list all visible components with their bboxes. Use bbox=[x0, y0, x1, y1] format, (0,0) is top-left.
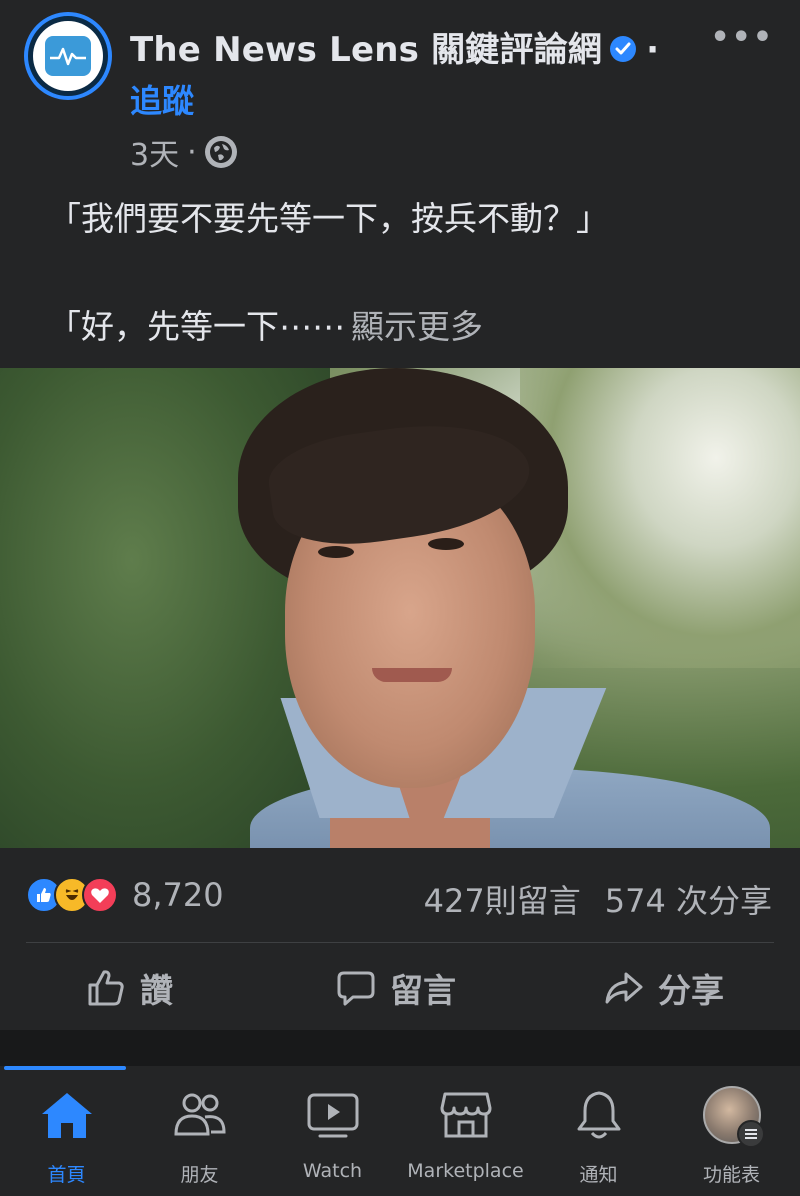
share-button[interactable]: 分享 bbox=[604, 962, 724, 1014]
page-avatar[interactable] bbox=[24, 12, 112, 100]
tab-watch[interactable]: Watch bbox=[266, 1086, 399, 1182]
marketplace-icon bbox=[440, 1086, 492, 1144]
globe-icon bbox=[204, 136, 237, 168]
page-name-text[interactable]: The News Lens 關鍵評論網 bbox=[130, 30, 602, 70]
news-lens-logo bbox=[33, 21, 103, 91]
post-timestamp[interactable]: 3天 bbox=[130, 130, 179, 174]
bell-icon bbox=[575, 1086, 623, 1144]
page-name[interactable]: The News Lens 關鍵評論網 · bbox=[130, 22, 659, 71]
reactions-summary[interactable]: 8,720 bbox=[26, 876, 224, 914]
share-count[interactable]: 574 次分享 bbox=[605, 882, 772, 920]
like-label: 讚 bbox=[140, 971, 173, 1010]
tab-label: 通知 bbox=[579, 1164, 618, 1186]
tab-notifications[interactable]: 通知 bbox=[532, 1086, 665, 1187]
tab-label: 首頁 bbox=[47, 1164, 86, 1186]
post-text-line1: 「我們要不要先等一下，按兵不動？」 bbox=[48, 199, 609, 238]
see-more-link[interactable]: 顯示更多 bbox=[351, 307, 483, 346]
reaction-count: 8,720 bbox=[132, 876, 224, 914]
post-text-line2: 「好，先等一下⋯⋯ 顯示更多 bbox=[48, 300, 483, 348]
active-tab-indicator bbox=[4, 1066, 126, 1070]
tab-friends[interactable]: 朋友 bbox=[133, 1086, 266, 1187]
verified-badge-icon bbox=[610, 35, 637, 62]
hamburger-icon bbox=[736, 1120, 765, 1148]
tab-home[interactable]: 首頁 bbox=[0, 1086, 133, 1187]
post-meta: 3天 · bbox=[130, 130, 237, 174]
share-label: 分享 bbox=[658, 971, 724, 1010]
friends-icon bbox=[172, 1086, 228, 1144]
divider bbox=[26, 942, 774, 943]
separator-dot: · bbox=[646, 30, 660, 70]
tab-label: 朋友 bbox=[180, 1164, 219, 1186]
thumbs-up-icon bbox=[88, 970, 124, 1006]
comment-button[interactable]: 留言 bbox=[336, 962, 456, 1014]
follow-button[interactable]: 追蹤 bbox=[130, 76, 194, 122]
comment-icon bbox=[337, 971, 375, 1006]
comment-count[interactable]: 427則留言 bbox=[424, 882, 581, 920]
bottom-tab-bar: 首頁 朋友 Watch Marketplace 通知 功能表 bbox=[0, 1066, 800, 1196]
comment-label: 留言 bbox=[390, 971, 456, 1010]
home-icon bbox=[40, 1086, 94, 1144]
like-button[interactable]: 讚 bbox=[86, 962, 173, 1014]
tab-label: 功能表 bbox=[702, 1164, 760, 1186]
post-card: The News Lens 關鍵評論網 · ••• 追蹤 3天 · 「我們要不要先… bbox=[0, 0, 800, 1030]
menu-icon bbox=[702, 1086, 765, 1148]
more-options-icon[interactable]: ••• bbox=[710, 20, 774, 55]
post-text-line2-content: 「好，先等一下⋯⋯ bbox=[48, 307, 345, 346]
tab-label: Watch bbox=[302, 1160, 363, 1182]
meta-separator: · bbox=[187, 134, 197, 170]
tab-label: Marketplace bbox=[407, 1160, 524, 1182]
tab-marketplace[interactable]: Marketplace bbox=[399, 1086, 532, 1182]
feed-separator bbox=[0, 1030, 800, 1066]
watch-icon bbox=[306, 1086, 360, 1144]
engagement-counts: 427則留言 574 次分享 bbox=[424, 876, 772, 922]
profile-avatar bbox=[702, 1086, 765, 1148]
love-reaction-icon bbox=[82, 877, 118, 913]
tab-menu[interactable]: 功能表 bbox=[665, 1086, 798, 1187]
share-icon bbox=[605, 972, 643, 1004]
post-photo[interactable] bbox=[0, 368, 800, 848]
